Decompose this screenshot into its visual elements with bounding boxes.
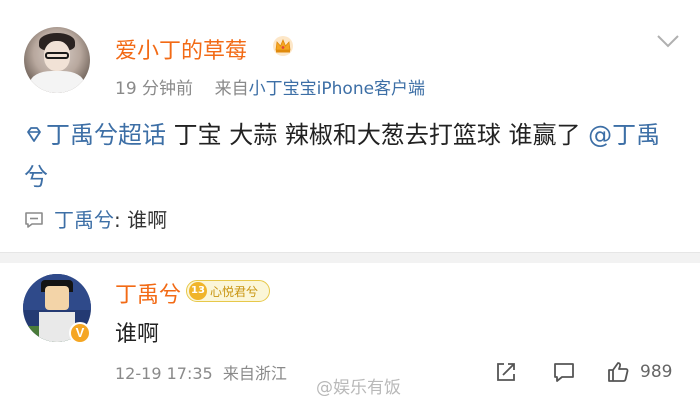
- post-source-link[interactable]: 小丁宝宝iPhone客户端: [249, 79, 425, 99]
- reply-text: 谁啊: [115, 322, 160, 347]
- post-author-avatar[interactable]: [24, 27, 90, 93]
- like-icon[interactable]: [606, 360, 630, 384]
- watermark: @娱乐有饭: [316, 378, 401, 398]
- fan-level-number: 13: [189, 282, 207, 300]
- fan-level-label: 心悦君兮: [210, 285, 259, 299]
- reply-location: 来自浙江: [222, 364, 287, 383]
- reply-meta: 12-19 17:35 来自浙江: [115, 360, 287, 384]
- comment-text: : 谁啊: [114, 208, 168, 232]
- comment-preview[interactable]: 丁禹兮: 谁啊: [24, 204, 167, 233]
- crown-icon: [273, 36, 293, 56]
- supertopic-diamond-icon: [27, 127, 41, 142]
- post-text: 丁宝 大蒜 辣椒和大葱去打篮球 谁赢了: [166, 121, 589, 149]
- reply-author-name[interactable]: 丁禹兮: [115, 277, 181, 309]
- post-meta: 19 分钟前 来自小丁宝宝iPhone客户端: [115, 74, 425, 99]
- fan-level-badge[interactable]: 13 心悦君兮: [186, 280, 270, 302]
- verified-badge: V: [69, 322, 91, 344]
- comment-icon: [25, 212, 43, 228]
- post-content: 丁禹兮超话 丁宝 大蒜 辣椒和大葱去打篮球 谁赢了 @丁禹兮: [24, 114, 684, 198]
- chevron-down-icon[interactable]: [655, 32, 681, 50]
- section-divider: [0, 252, 700, 263]
- like-count: 989: [640, 362, 673, 382]
- share-icon[interactable]: [494, 360, 518, 384]
- post-time: 19 分钟前: [115, 79, 194, 99]
- comment-action-icon[interactable]: [552, 360, 576, 384]
- post-author-name[interactable]: 爱小丁的草莓: [115, 33, 247, 65]
- supertopic-link[interactable]: 丁禹兮超话: [46, 121, 166, 149]
- reply-time: 12-19 17:35: [115, 364, 213, 383]
- post-source-prefix: 来自: [214, 79, 249, 99]
- comment-author[interactable]: 丁禹兮: [54, 208, 114, 232]
